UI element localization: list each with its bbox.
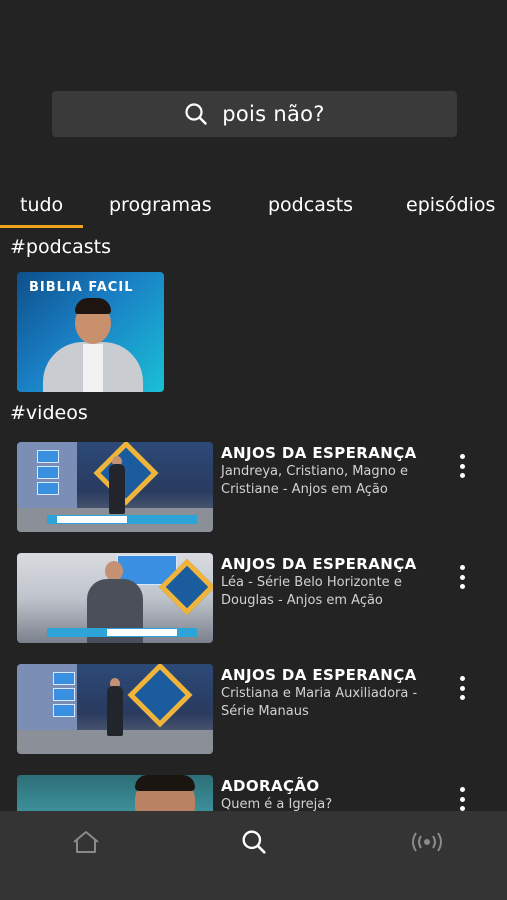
- search-bar[interactable]: pois não?: [52, 91, 457, 137]
- podcasts-section-title: #podcasts: [10, 236, 112, 258]
- presenter-hair: [75, 298, 111, 314]
- studio-screen: [37, 450, 59, 463]
- video-thumbnail[interactable]: [17, 664, 213, 754]
- podcast-logo: BIBLIA FACIL: [29, 280, 134, 295]
- tab-episodios[interactable]: episódios: [406, 188, 495, 228]
- video-title: ANJOS DA ESPERANÇA: [221, 666, 417, 684]
- news-ticker-text: [107, 629, 177, 636]
- studio-logo: [93, 442, 159, 506]
- studio-screen: [53, 704, 75, 717]
- more-options-icon[interactable]: [454, 676, 470, 700]
- video-description: Cristiana e Maria Auxiliadora - Série Ma…: [221, 686, 418, 719]
- videos-section-title: #videos: [10, 402, 88, 424]
- video-thumbnail[interactable]: [17, 553, 213, 643]
- presenter-shirt: [83, 344, 103, 392]
- tab-bar: tudo programas podcasts episódios: [0, 188, 507, 230]
- tab-programas[interactable]: programas: [109, 188, 212, 228]
- more-options-icon[interactable]: [454, 454, 470, 478]
- search-input[interactable]: pois não?: [222, 102, 325, 126]
- more-options-icon[interactable]: [454, 787, 470, 811]
- studio-screen: [53, 672, 75, 685]
- presenter-hair: [135, 775, 195, 791]
- home-icon[interactable]: [66, 825, 106, 859]
- more-options-icon[interactable]: [454, 565, 470, 589]
- broadcast-icon[interactable]: [407, 825, 447, 859]
- studio-screen: [37, 466, 59, 479]
- video-description: Jandreya, Cristiano, Magno e Cristiane -…: [221, 464, 408, 497]
- video-item[interactable]: ANJOS DA ESPERANÇA Jandreya, Cristiano, …: [0, 440, 507, 532]
- search-icon[interactable]: [234, 825, 274, 859]
- video-title: ANJOS DA ESPERANÇA: [221, 444, 417, 462]
- studio-screen: [53, 688, 75, 701]
- video-item[interactable]: ANJOS DA ESPERANÇA Léa - Série Belo Hori…: [0, 551, 507, 643]
- presenter-head: [105, 561, 123, 581]
- studio-logo: [127, 664, 193, 728]
- video-thumbnail[interactable]: [17, 442, 213, 532]
- video-description: Léa - Série Belo Horizonte e Douglas - A…: [221, 575, 402, 608]
- video-item[interactable]: ANJOS DA ESPERANÇA Cristiana e Maria Aux…: [0, 662, 507, 754]
- bottom-nav: [0, 811, 507, 900]
- studio-screen: [37, 482, 59, 495]
- video-title: ANJOS DA ESPERANÇA: [221, 555, 417, 573]
- news-ticker-text: [57, 516, 127, 523]
- tab-tudo[interactable]: tudo: [0, 188, 84, 228]
- video-title: ADORAÇÃO: [221, 777, 320, 795]
- podcast-card[interactable]: BIBLIA FACIL: [17, 272, 164, 392]
- search-icon: [184, 102, 208, 126]
- tab-podcasts[interactable]: podcasts: [268, 188, 353, 228]
- presenter: [109, 464, 125, 514]
- presenter: [107, 686, 123, 736]
